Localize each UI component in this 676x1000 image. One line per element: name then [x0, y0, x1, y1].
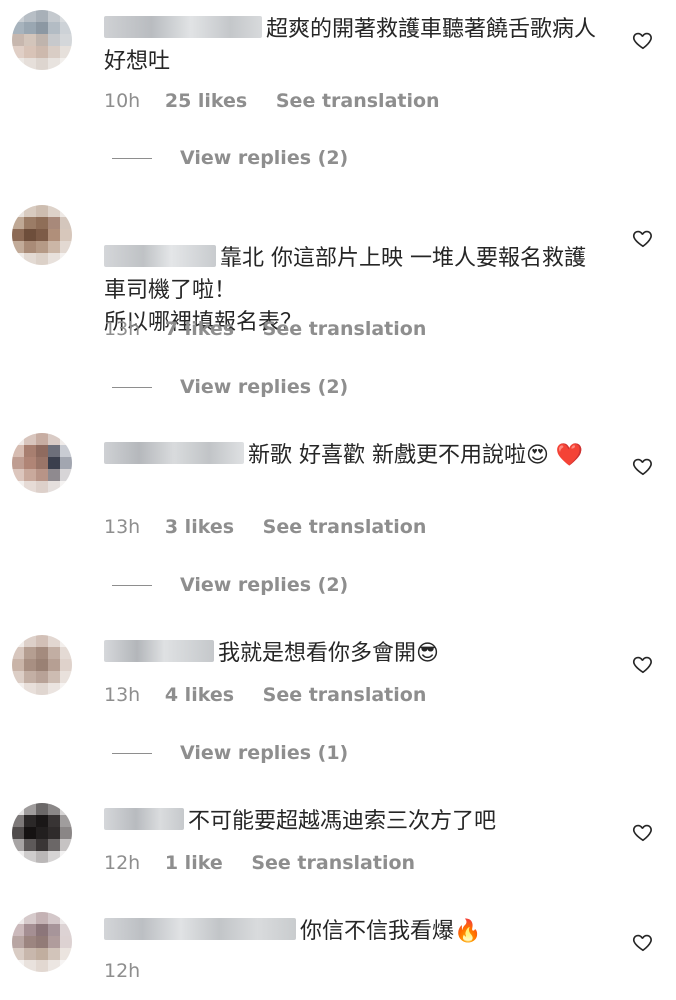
see-translation-link[interactable]: See translation	[263, 516, 427, 538]
comment-time: 12h	[104, 960, 141, 982]
replies-divider	[112, 157, 152, 159]
view-replies-label: View replies (2)	[180, 376, 349, 398]
comment-text: 你信不信我看爆🔥	[104, 916, 596, 948]
username-blurred[interactable]	[104, 442, 244, 464]
comment-meta: 13h 7 likes See translation	[104, 318, 448, 340]
username-blurred[interactable]	[104, 918, 296, 940]
see-translation-link[interactable]: See translation	[263, 318, 427, 340]
see-translation-link[interactable]: See translation	[263, 684, 427, 706]
comment-meta: 12h	[104, 960, 158, 982]
view-replies-label: View replies (2)	[180, 147, 349, 169]
avatar[interactable]	[12, 912, 72, 972]
see-translation-link[interactable]: See translation	[251, 852, 415, 874]
emoji: 😍 ❤️	[526, 443, 584, 468]
heart-icon[interactable]	[632, 227, 654, 249]
heart-icon[interactable]	[632, 931, 654, 953]
comment-time: 10h	[104, 90, 141, 112]
likes-count[interactable]: 7 likes	[165, 318, 234, 340]
see-translation-link[interactable]: See translation	[276, 90, 440, 112]
heart-icon[interactable]	[632, 29, 654, 51]
view-replies-button[interactable]: View replies (2)	[112, 376, 348, 398]
comment-time: 13h	[104, 516, 141, 538]
view-replies-label: View replies (2)	[180, 574, 349, 596]
comment-meta: 13h 4 likes See translation	[104, 684, 448, 706]
comment-time: 13h	[104, 318, 141, 340]
likes-count[interactable]: 25 likes	[165, 90, 247, 112]
avatar[interactable]	[12, 635, 72, 695]
replies-divider	[112, 584, 152, 586]
username-blurred[interactable]	[104, 16, 262, 38]
comment-text: 我就是想看你多會開😎	[104, 638, 596, 670]
comment-meta: 12h 1 like See translation	[104, 852, 437, 874]
heart-icon[interactable]	[632, 653, 654, 675]
comment-meta: 10h 25 likes See translation	[104, 90, 462, 112]
heart-icon[interactable]	[632, 455, 654, 477]
comment-text: 新歌 好喜歡 新戲更不用說啦😍 ❤️	[104, 440, 596, 472]
comment-text: 不可能要超越馮迪索三次方了吧	[104, 806, 596, 838]
emoji: 😎	[416, 641, 439, 666]
emoji: 🔥	[454, 919, 482, 944]
replies-divider	[112, 386, 152, 388]
comment-time: 13h	[104, 684, 141, 706]
comment-text: 超爽的開著救護車聽著饒舌歌病人好想吐	[104, 16, 597, 74]
likes-count[interactable]: 4 likes	[165, 684, 234, 706]
username-blurred[interactable]	[104, 640, 214, 662]
likes-count[interactable]: 1 like	[165, 852, 223, 874]
view-replies-button[interactable]: View replies (1)	[112, 742, 348, 764]
avatar[interactable]	[12, 205, 72, 265]
comment-meta: 13h 3 likes See translation	[104, 516, 448, 538]
avatar[interactable]	[12, 803, 72, 863]
avatar[interactable]	[12, 10, 72, 70]
heart-icon[interactable]	[632, 821, 654, 843]
avatar[interactable]	[12, 433, 72, 493]
comment-time: 12h	[104, 852, 141, 874]
likes-count[interactable]: 3 likes	[165, 516, 234, 538]
username-blurred[interactable]	[104, 245, 216, 267]
view-replies-button[interactable]: View replies (2)	[112, 147, 348, 169]
username-blurred[interactable]	[104, 808, 184, 830]
view-replies-button[interactable]: View replies (2)	[112, 574, 348, 596]
view-replies-label: View replies (1)	[180, 742, 349, 764]
replies-divider	[112, 752, 152, 754]
